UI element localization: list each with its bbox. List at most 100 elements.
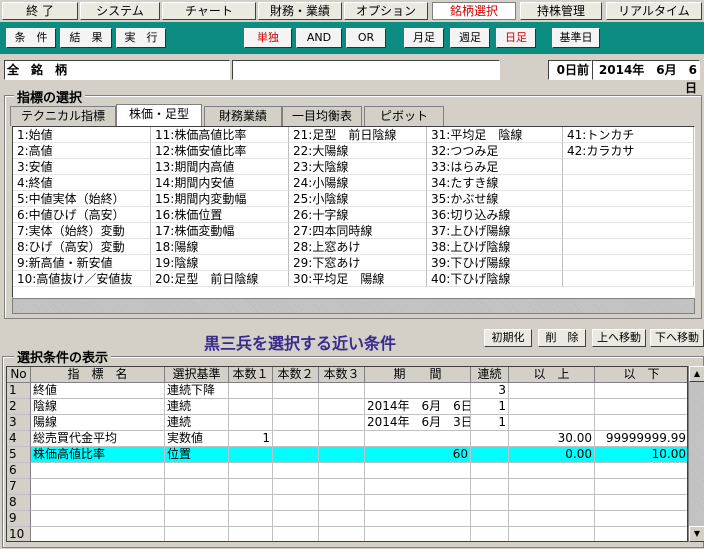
column-header[interactable]: 以 上 [509,367,595,383]
table-cell[interactable] [273,447,319,463]
indicator-item[interactable]: 21:足型 前日陰線 [289,127,427,143]
table-cell[interactable] [165,527,229,541]
table-cell[interactable] [471,431,509,447]
table-cell[interactable]: 99999999.99 [595,431,687,447]
table-cell[interactable] [365,479,471,495]
table-cell[interactable] [273,399,319,415]
table-cell[interactable] [319,511,365,527]
indicator-item[interactable] [563,255,694,271]
conditions-scrollbar[interactable]: ▲ ▼ [688,366,704,542]
indicator-item[interactable]: 19:陰線 [151,255,289,271]
table-cell[interactable] [31,463,165,479]
move-down-button[interactable]: 下へ移動 [650,329,704,347]
indicator-item[interactable]: 27:四本同時線 [289,223,427,239]
table-cell[interactable] [273,431,319,447]
indicator-item[interactable]: 7:実体（始終）変動 [13,223,151,239]
table-cell[interactable] [365,463,471,479]
table-cell[interactable] [509,527,595,541]
indicator-item[interactable]: 33:はらみ足 [427,159,563,175]
indicator-item[interactable]: 5:中値実体（始終） [13,191,151,207]
tab-ichimoku[interactable]: 一目均衡表 [282,106,362,126]
table-cell[interactable] [509,399,595,415]
table-cell[interactable]: 2014年 6月 3日 [365,415,471,431]
table-cell[interactable]: 0.00 [509,447,595,463]
or-button[interactable]: OR [346,28,386,48]
row-number[interactable]: 6 [7,463,31,479]
column-header[interactable]: 期 間 [365,367,471,383]
table-cell[interactable] [229,399,273,415]
indicator-item[interactable]: 8:ひげ（高安）変動 [13,239,151,255]
indicator-item[interactable]: 34:たすき線 [427,175,563,191]
table-cell[interactable] [31,527,165,541]
init-button[interactable]: 初期化 [484,329,532,347]
table-cell[interactable] [319,479,365,495]
indicator-item[interactable]: 42:カラカサ [563,143,694,159]
table-cell[interactable] [319,447,365,463]
indicator-item[interactable]: 14:期間内安値 [151,175,289,191]
menu-option-button[interactable]: オプション [344,2,428,20]
indicator-item[interactable] [563,223,694,239]
indicator-item[interactable] [563,207,694,223]
indicator-item[interactable]: 16:株価位置 [151,207,289,223]
menu-finance-button[interactable]: 財務・業績 [258,2,342,20]
table-cell[interactable]: 株価高値比率 [31,447,165,463]
indicator-item[interactable]: 2:高値 [13,143,151,159]
monthly-button[interactable]: 月足 [404,28,444,48]
indicator-list-scrollbar[interactable] [12,298,695,314]
indicator-item[interactable]: 22:大陽線 [289,143,427,159]
row-number[interactable]: 10 [7,527,31,541]
menu-exit-button[interactable]: 終 了 [2,2,78,20]
table-cell[interactable] [365,383,471,399]
table-cell[interactable] [509,415,595,431]
row-number[interactable]: 8 [7,495,31,511]
column-header[interactable]: 本数１ [229,367,273,383]
tab-financial[interactable]: 財務業績 [204,106,282,126]
row-number[interactable]: 5 [7,447,31,463]
table-cell[interactable] [229,527,273,541]
indicator-item[interactable]: 13:期間内高値 [151,159,289,175]
indicator-item[interactable]: 31:平均足 陰線 [427,127,563,143]
table-cell[interactable] [31,495,165,511]
table-cell[interactable]: 連続 [165,415,229,431]
indicator-item[interactable] [563,239,694,255]
table-cell[interactable] [509,383,595,399]
indicator-item[interactable]: 6:中値ひげ（高安） [13,207,151,223]
table-cell[interactable] [229,447,273,463]
indicator-item[interactable]: 3:安値 [13,159,151,175]
table-cell[interactable] [471,495,509,511]
indicator-item[interactable]: 29:下窓あけ [289,255,427,271]
menu-chart-button[interactable]: チャート [162,2,256,20]
table-cell[interactable] [471,527,509,541]
table-cell[interactable] [471,511,509,527]
table-cell[interactable] [365,495,471,511]
table-cell[interactable] [471,463,509,479]
indicator-item[interactable]: 28:上窓あけ [289,239,427,255]
table-cell[interactable] [229,479,273,495]
indicator-item[interactable]: 11:株価高値比率 [151,127,289,143]
indicator-item[interactable]: 20:足型 前日陰線 [151,271,289,287]
delete-button[interactable]: 削 除 [538,329,586,347]
column-header[interactable]: No [7,367,31,383]
table-cell[interactable] [595,463,687,479]
indicator-item[interactable]: 25:小陰線 [289,191,427,207]
table-cell[interactable] [319,527,365,541]
table-cell[interactable]: 1 [471,415,509,431]
row-number[interactable]: 4 [7,431,31,447]
table-cell[interactable] [365,511,471,527]
table-cell[interactable] [471,447,509,463]
indicator-item[interactable]: 26:十字線 [289,207,427,223]
indicator-item[interactable]: 40:下ひげ陰線 [427,271,563,287]
base-date-button[interactable]: 基準日 [552,28,600,48]
table-cell[interactable]: 実数値 [165,431,229,447]
table-cell[interactable] [595,383,687,399]
table-cell[interactable] [273,383,319,399]
table-cell[interactable] [273,511,319,527]
table-cell[interactable]: 2014年 6月 6日 [365,399,471,415]
table-cell[interactable] [229,511,273,527]
daily-button[interactable]: 日足 [496,28,536,48]
and-button[interactable]: AND [296,28,342,48]
column-header[interactable]: 選択基準 [165,367,229,383]
table-cell[interactable] [509,495,595,511]
menu-realtime-button[interactable]: リアルタイム [606,2,702,20]
row-number[interactable]: 3 [7,415,31,431]
